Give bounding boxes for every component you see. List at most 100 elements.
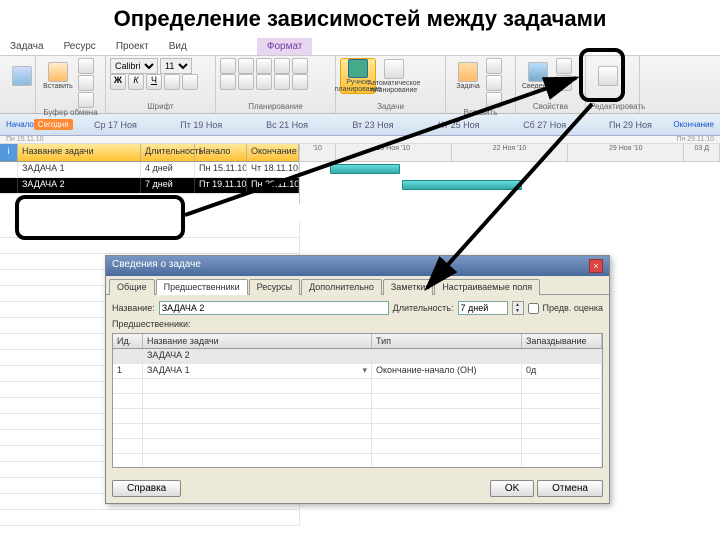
notes-icon[interactable] [556, 58, 572, 74]
gantt-week: 15 Ноя '10 [336, 144, 452, 161]
tab-general[interactable]: Общие [109, 279, 155, 295]
font-size-select[interactable]: 11 [160, 58, 192, 74]
timeline-tick: Ср 17 Ноя [73, 120, 159, 130]
details-icon[interactable] [556, 75, 572, 91]
pred-col-name[interactable]: Название задачи [143, 334, 372, 348]
timeline-tick: Сб 27 Ноя [502, 120, 588, 130]
cut-icon[interactable] [78, 58, 94, 74]
clipboard-label: Буфер обмена [40, 108, 101, 117]
col-name[interactable]: Название задачи [18, 144, 141, 161]
tab-view[interactable]: Вид [159, 38, 197, 55]
link-icon[interactable] [256, 58, 272, 74]
tab-project[interactable]: Проект [106, 38, 159, 55]
pct0-icon[interactable] [220, 74, 236, 90]
gantt-week: 22 Ноя '10 [452, 144, 568, 161]
timeline-start-date: Пн 15.11.10 [6, 136, 44, 143]
split-icon[interactable] [292, 58, 308, 74]
fill-color-icon[interactable] [182, 74, 198, 90]
pred-col-lag[interactable]: Запаздывание [522, 334, 602, 348]
tab-resources[interactable]: Ресурсы [249, 279, 301, 295]
copy-icon[interactable] [78, 75, 94, 91]
duration-input[interactable] [458, 301, 508, 315]
info-column-icon[interactable]: i [0, 144, 18, 161]
col-duration[interactable]: Длительность [141, 144, 195, 161]
close-icon[interactable]: × [589, 259, 603, 273]
ok-button[interactable]: OK [490, 480, 534, 497]
tab-advanced[interactable]: Дополнительно [301, 279, 382, 295]
timeline-tick: Пн 29 Ноя [588, 120, 674, 130]
pred-row[interactable]: 1 ЗАДАЧА 1▾ Окончание-начало (ОН) 0д [113, 364, 602, 379]
dialog-body: Название: Длительность: ▲▼ Предв. оценка… [106, 294, 609, 474]
edit-label: Редактировать [590, 102, 635, 111]
pred-row[interactable]: ЗАДАЧА 2 [113, 349, 602, 364]
spinner-icon[interactable]: ▲▼ [512, 301, 524, 315]
gantt-week: 03 Д [684, 144, 720, 161]
auto-schedule-button[interactable]: Автоматическое планирование [376, 58, 412, 94]
pct100-icon[interactable] [292, 74, 308, 90]
task-row-selected[interactable]: ЗАДАЧА 27 днейПт 19.11.10Пн 29.11.10 [0, 178, 299, 194]
task-header: i Название задачи Длительность Начало Ок… [0, 144, 299, 162]
timeline-end: Окончание [673, 120, 714, 129]
estimate-label: Предв. оценка [543, 303, 604, 313]
task-row[interactable]: ЗАДАЧА 14 днейПн 15.11.10Чт 18.11.10 [0, 162, 299, 178]
task-name-input[interactable] [159, 301, 389, 315]
timeline: Начало Сегодня Ср 17 Ноя Пт 19 Ноя Вс 21… [0, 114, 720, 136]
pred-col-type[interactable]: Тип [372, 334, 522, 348]
name-label: Название: [112, 303, 155, 313]
gantt-chart: '10 15 Ноя '10 22 Ноя '10 29 Ноя '10 03 … [300, 144, 720, 204]
paste-button[interactable]: Вставить [40, 58, 76, 94]
underline-icon[interactable]: Ч [146, 74, 162, 90]
predecessors-label: Предшественники: [112, 319, 191, 329]
font-name-select[interactable]: Calibri [110, 58, 158, 74]
timeline-start: Начало [6, 120, 34, 129]
dialog-titlebar[interactable]: Сведения о задаче × [106, 256, 609, 276]
pct25-icon[interactable] [238, 74, 254, 90]
tab-custom-fields[interactable]: Настраиваемые поля [434, 279, 540, 295]
italic-icon[interactable]: К [128, 74, 144, 90]
milestone-icon[interactable] [486, 75, 502, 91]
duration-label: Длительность: [393, 303, 454, 313]
ribbon-tabs: Задача Ресурс Проект Вид Формат [0, 38, 720, 56]
timeline-tick: Вт 23 Ноя [330, 120, 416, 130]
timeline-tick: Пт 19 Ноя [158, 120, 244, 130]
scroll-icon [598, 66, 618, 86]
info-icon [528, 62, 548, 82]
font-color-icon[interactable] [164, 74, 180, 90]
slide-title: Определение зависимостей между задачами [0, 0, 720, 38]
unlink-icon[interactable] [274, 58, 290, 74]
dialog-tabs: Общие Предшественники Ресурсы Дополнител… [106, 276, 609, 295]
timeline-today[interactable]: Сегодня [34, 119, 73, 130]
ribbon: Вставить Буфер обмена Calibri11 ЖКЧ Шриф… [0, 56, 720, 114]
gantt-bar-task1[interactable] [330, 164, 400, 174]
deliverable-icon[interactable] [486, 92, 502, 108]
task-table: i Название задачи Длительность Начало Ок… [0, 144, 300, 204]
tab-task[interactable]: Задача [0, 38, 54, 55]
scroll-to-task-button[interactable] [590, 58, 626, 94]
bold-icon[interactable]: Ж [110, 74, 126, 90]
task-info-button[interactable]: Сведения [520, 58, 556, 94]
col-end[interactable]: Окончание [247, 144, 299, 161]
pct50-icon[interactable] [256, 74, 272, 90]
indent-right-icon[interactable] [238, 58, 254, 74]
help-button[interactable]: Справка [112, 480, 181, 497]
col-start[interactable]: Начало [195, 144, 247, 161]
task-icon [458, 62, 478, 82]
summary-icon[interactable] [486, 58, 502, 74]
dropdown-icon[interactable]: ▾ [362, 365, 367, 376]
dialog-title-text: Сведения о задаче [112, 259, 201, 273]
format-painter-icon[interactable] [78, 92, 94, 108]
gantt-week: '10 [300, 144, 336, 161]
gantt-view-button[interactable] [4, 58, 40, 94]
planning-label: Планирование [220, 102, 331, 111]
tab-format[interactable]: Формат [257, 38, 313, 55]
tab-resource[interactable]: Ресурс [54, 38, 106, 55]
indent-left-icon[interactable] [220, 58, 236, 74]
pred-col-id[interactable]: Ид. [113, 334, 143, 348]
tab-predecessors[interactable]: Предшественники [156, 279, 248, 295]
estimate-checkbox[interactable] [528, 303, 539, 314]
cancel-button[interactable]: Отмена [537, 480, 603, 497]
gantt-bar-task2[interactable] [402, 180, 522, 190]
insert-task-button[interactable]: Задача [450, 58, 486, 94]
tab-notes[interactable]: Заметки [383, 279, 433, 295]
pct75-icon[interactable] [274, 74, 290, 90]
